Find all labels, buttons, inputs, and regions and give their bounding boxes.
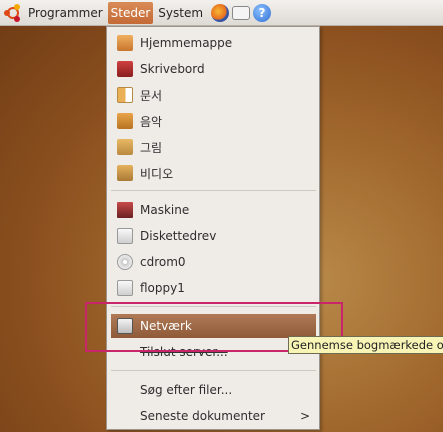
system-menu[interactable]: System bbox=[155, 2, 206, 24]
menu-separator bbox=[111, 370, 316, 371]
programmer-menu[interactable]: Programmer bbox=[25, 2, 106, 24]
menu-item-desktop[interactable]: Skrivebord bbox=[111, 57, 316, 81]
floppy-drive-icon bbox=[117, 280, 133, 296]
menu-item-documents[interactable]: 문서 bbox=[111, 83, 316, 107]
menu-item-pictures[interactable]: 그림 bbox=[111, 135, 316, 159]
menu-item-label: Maskine bbox=[140, 203, 190, 217]
menu-item-label: 음악 bbox=[140, 114, 163, 129]
menu-separator bbox=[111, 190, 316, 191]
menu-item-home[interactable]: Hjemmemappe bbox=[111, 31, 316, 55]
pictures-folder-icon bbox=[117, 139, 133, 155]
menu-item-floppy-drive[interactable]: Diskettedrev bbox=[111, 224, 316, 248]
tooltip: Gennemse bogmærkede og lokale netværkspl… bbox=[288, 336, 443, 354]
mail-icon[interactable] bbox=[232, 5, 251, 20]
computer-icon bbox=[117, 202, 133, 218]
menu-item-label: 비디오 bbox=[140, 166, 174, 181]
places-menu: Hjemmemappe Skrivebord 문서 음악 그림 비디오 Mask… bbox=[106, 26, 320, 430]
menu-item-search-files[interactable]: Søg efter filer... bbox=[111, 378, 316, 402]
music-folder-icon bbox=[117, 113, 133, 129]
menu-item-label: Hjemmemappe bbox=[140, 36, 233, 50]
menu-item-cdrom[interactable]: cdrom0 bbox=[111, 250, 316, 274]
menu-item-music[interactable]: 음악 bbox=[111, 109, 316, 133]
menu-item-floppy1[interactable]: floppy1 bbox=[111, 276, 316, 300]
cdrom-icon bbox=[117, 254, 133, 270]
menu-item-computer[interactable]: Maskine bbox=[111, 198, 316, 222]
steder-menu[interactable]: Steder bbox=[107, 1, 154, 24]
documents-folder-icon bbox=[117, 87, 133, 103]
menu-item-label: floppy1 bbox=[140, 281, 185, 295]
menu-item-label: Seneste dokumenter bbox=[140, 409, 265, 423]
ubuntu-logo-icon bbox=[4, 3, 22, 22]
menu-item-label: 그림 bbox=[140, 140, 163, 155]
menu-item-recent-documents[interactable]: Seneste dokumenter > bbox=[111, 404, 316, 428]
submenu-arrow-icon: > bbox=[299, 409, 310, 423]
home-folder-icon bbox=[117, 35, 133, 51]
menu-item-label: Skrivebord bbox=[140, 62, 205, 76]
firefox-icon[interactable] bbox=[211, 3, 230, 22]
videos-folder-icon bbox=[117, 165, 133, 181]
menu-item-videos[interactable]: 비디오 bbox=[111, 161, 316, 185]
menu-item-label: 문서 bbox=[140, 88, 163, 103]
top-panel: Programmer Steder System ? bbox=[0, 0, 443, 26]
floppy-drive-icon bbox=[117, 228, 133, 244]
menu-item-label: cdrom0 bbox=[140, 255, 186, 269]
menu-item-label: Søg efter filer... bbox=[140, 383, 233, 397]
menu-item-label: Diskettedrev bbox=[140, 229, 217, 243]
help-icon[interactable]: ? bbox=[253, 3, 272, 22]
desktop-icon bbox=[117, 61, 133, 77]
